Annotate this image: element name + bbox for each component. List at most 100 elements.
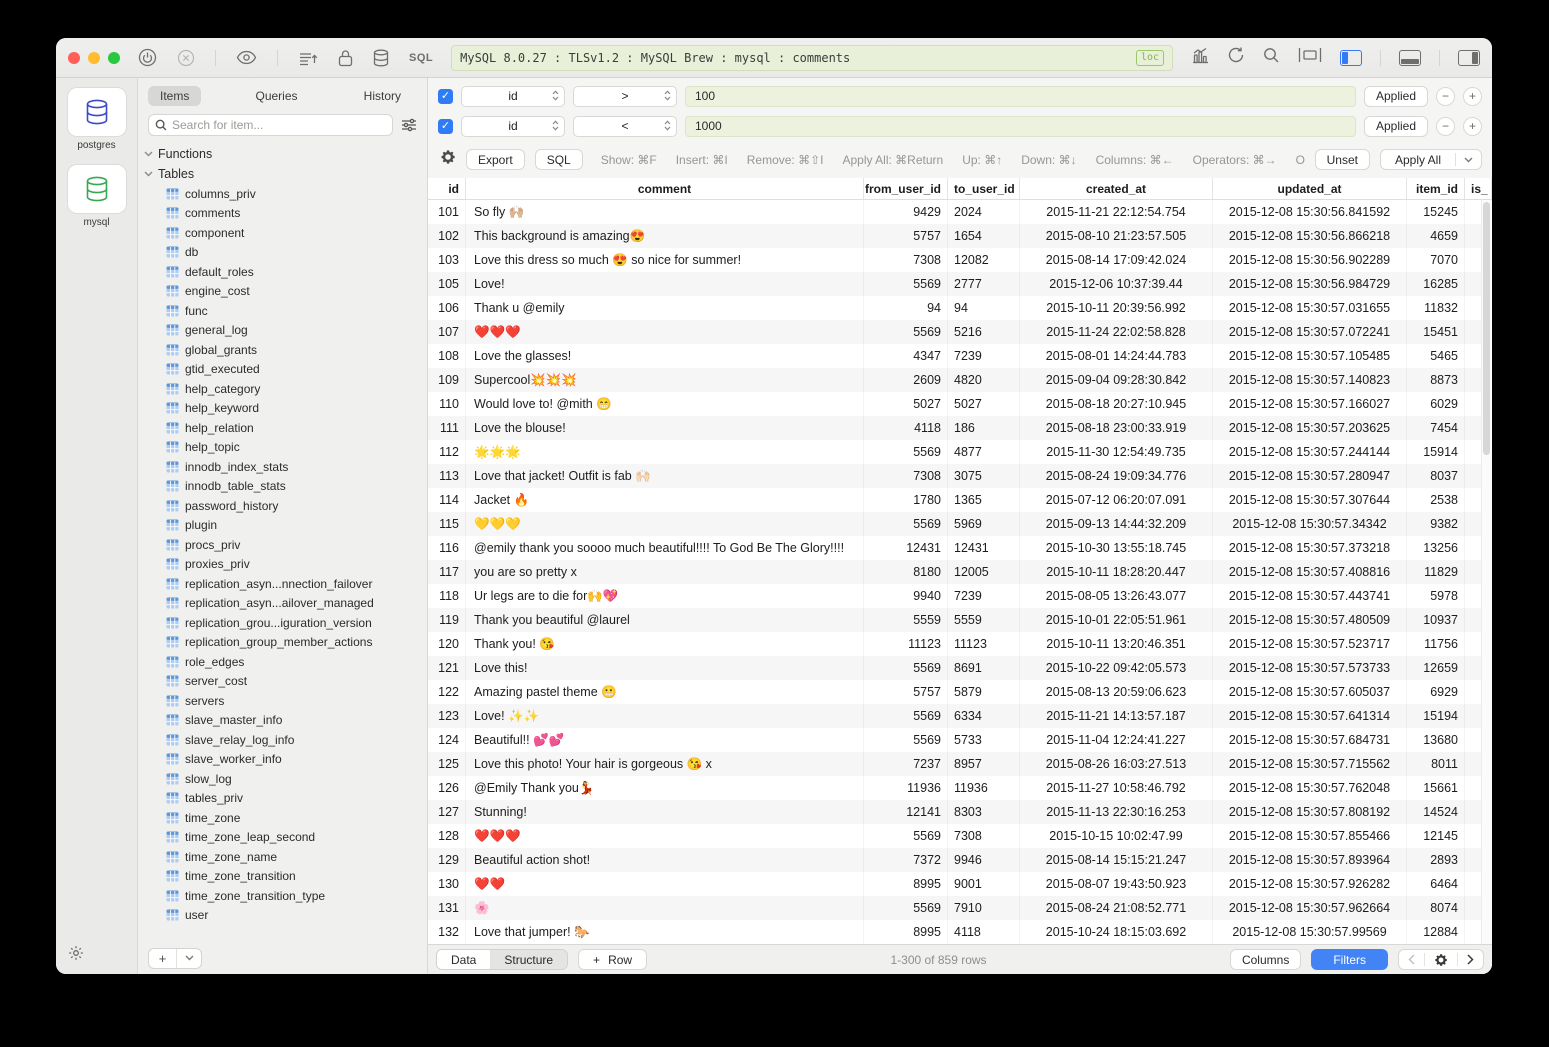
cell-from-user-id[interactable]: 5559 (864, 608, 948, 632)
table-row[interactable]: 114 Jacket 🔥 1780 1365 2015-07-12 06:20:… (428, 488, 1492, 512)
cell-to-user-id[interactable]: 6334 (948, 704, 1020, 728)
filter-operator-select[interactable]: > (573, 86, 677, 107)
mysql-card[interactable] (68, 165, 126, 213)
cell-item-id[interactable]: 15451 (1407, 320, 1465, 344)
scrollbar-thumb[interactable] (1483, 202, 1490, 455)
cell-to-user-id[interactable]: 5559 (948, 608, 1020, 632)
table-row[interactable]: 118 Ur legs are to die for🙌💖 9940 7239 2… (428, 584, 1492, 608)
cell-created-at[interactable]: 2015-08-18 20:27:10.945 (1020, 392, 1213, 416)
cell-id[interactable]: 105 (428, 272, 466, 296)
tab-items[interactable]: Items (148, 86, 201, 106)
cell-from-user-id[interactable]: 12141 (864, 800, 948, 824)
cell-id[interactable]: 124 (428, 728, 466, 752)
connection-postgres[interactable]: postgres (68, 88, 126, 151)
cell-item-id[interactable]: 10937 (1407, 608, 1465, 632)
vertical-scrollbar[interactable] (1481, 200, 1492, 944)
cell-to-user-id[interactable]: 12431 (948, 536, 1020, 560)
database-icon[interactable] (373, 49, 389, 67)
apply-all-dropdown[interactable] (1456, 155, 1481, 165)
cell-to-user-id[interactable]: 11123 (948, 632, 1020, 656)
refresh-icon[interactable] (1228, 46, 1245, 69)
cell-from-user-id[interactable]: 11936 (864, 776, 948, 800)
cell-created-at[interactable]: 2015-10-11 20:39:56.992 (1020, 296, 1213, 320)
cell-comment[interactable]: Love the glasses! (466, 344, 864, 368)
table-list-item[interactable]: global_grants (144, 340, 427, 360)
cell-id[interactable]: 117 (428, 560, 466, 584)
cell-id[interactable]: 130 (428, 872, 466, 896)
cell-id[interactable]: 101 (428, 200, 466, 224)
filter-sliders-icon[interactable] (401, 118, 417, 132)
table-list-item[interactable]: time_zone_leap_second (144, 828, 427, 848)
table-list-item[interactable]: engine_cost (144, 282, 427, 302)
table-list-item[interactable]: replication_grou...iguration_version (144, 613, 427, 633)
cell-created-at[interactable]: 2015-12-06 10:37:39.44 (1020, 272, 1213, 296)
cell-from-user-id[interactable]: 7237 (864, 752, 948, 776)
table-row[interactable]: 129 Beautiful action shot! 7372 9946 201… (428, 848, 1492, 872)
cell-id[interactable]: 128 (428, 824, 466, 848)
cell-item-id[interactable]: 8074 (1407, 896, 1465, 920)
cell-comment[interactable]: Love! ✨✨ (466, 704, 864, 728)
table-row[interactable]: 123 Love! ✨✨ 5569 6334 2015-11-21 14:13:… (428, 704, 1492, 728)
column-header-id[interactable]: id (428, 178, 466, 199)
table-list-item[interactable]: func (144, 301, 427, 321)
cell-from-user-id[interactable]: 5569 (864, 704, 948, 728)
filter-column-select[interactable]: id (461, 116, 565, 137)
cell-to-user-id[interactable]: 5733 (948, 728, 1020, 752)
cell-comment[interactable]: Thank you! 😘 (466, 632, 864, 656)
minimize-window-button[interactable] (88, 52, 100, 64)
table-list-item[interactable]: innodb_table_stats (144, 477, 427, 497)
cell-from-user-id[interactable]: 8995 (864, 920, 948, 944)
table-list-item[interactable]: innodb_index_stats (144, 457, 427, 477)
cell-from-user-id[interactable]: 9429 (864, 200, 948, 224)
cell-updated-at[interactable]: 2015-12-08 15:30:57.641314 (1213, 704, 1407, 728)
cell-to-user-id[interactable]: 7308 (948, 824, 1020, 848)
cell-from-user-id[interactable]: 7372 (864, 848, 948, 872)
cell-updated-at[interactable]: 2015-12-08 15:30:57.244144 (1213, 440, 1407, 464)
cell-to-user-id[interactable]: 5027 (948, 392, 1020, 416)
table-list-item[interactable]: replication_asyn...nnection_failover (144, 574, 427, 594)
table-list-item[interactable]: replication_asyn...ailover_managed (144, 594, 427, 614)
cell-updated-at[interactable]: 2015-12-08 15:30:57.408816 (1213, 560, 1407, 584)
table-list-item[interactable]: proxies_priv (144, 555, 427, 575)
add-row-button[interactable]: + Row (578, 949, 647, 970)
tab-queries[interactable]: Queries (243, 86, 309, 106)
page-settings-gear-icon[interactable] (1425, 953, 1457, 967)
cell-id[interactable]: 113 (428, 464, 466, 488)
cell-item-id[interactable]: 8011 (1407, 752, 1465, 776)
cell-from-user-id[interactable]: 7308 (864, 248, 948, 272)
table-row[interactable]: 101 So fly 🙌🏼 9429 2024 2015-11-21 22:12… (428, 200, 1492, 224)
filter-settings-gear-icon[interactable] (440, 149, 456, 170)
cell-item-id[interactable]: 4659 (1407, 224, 1465, 248)
cell-created-at[interactable]: 2015-08-24 21:08:52.771 (1020, 896, 1213, 920)
zoom-window-button[interactable] (108, 52, 120, 64)
cell-updated-at[interactable]: 2015-12-08 15:30:57.893964 (1213, 848, 1407, 872)
cell-comment[interactable]: Love that jacket! Outfit is fab 🙌🏻 (466, 464, 864, 488)
cell-to-user-id[interactable]: 12005 (948, 560, 1020, 584)
lock-icon[interactable] (338, 49, 353, 67)
cell-created-at[interactable]: 2015-08-18 23:00:33.919 (1020, 416, 1213, 440)
table-list-item[interactable]: db (144, 243, 427, 263)
cell-to-user-id[interactable]: 186 (948, 416, 1020, 440)
table-list-item[interactable]: plugin (144, 516, 427, 536)
cell-created-at[interactable]: 2015-11-27 10:58:46.792 (1020, 776, 1213, 800)
cell-item-id[interactable]: 11832 (1407, 296, 1465, 320)
table-list-item[interactable]: password_history (144, 496, 427, 516)
table-list-item[interactable]: help_keyword (144, 399, 427, 419)
column-header-is[interactable]: is_ (1465, 178, 1492, 199)
cell-id[interactable]: 109 (428, 368, 466, 392)
table-list-item[interactable]: help_topic (144, 438, 427, 458)
add-filter-button[interactable]: + (1463, 117, 1482, 136)
cell-updated-at[interactable]: 2015-12-08 15:30:57.926282 (1213, 872, 1407, 896)
cell-comment[interactable]: Love that jumper! 🐎 (466, 920, 864, 944)
cell-comment[interactable]: Thank u @emily (466, 296, 864, 320)
cell-id[interactable]: 131 (428, 896, 466, 920)
add-item-button[interactable]: + (149, 949, 177, 968)
toggle-right-panel-button[interactable] (1458, 50, 1480, 66)
cell-from-user-id[interactable]: 9940 (864, 584, 948, 608)
filter-value-input[interactable]: 100 (685, 86, 1356, 107)
cell-created-at[interactable]: 2015-08-24 19:09:34.776 (1020, 464, 1213, 488)
connection-mysql[interactable]: mysql (68, 165, 126, 228)
cell-to-user-id[interactable]: 4820 (948, 368, 1020, 392)
cell-from-user-id[interactable]: 5569 (864, 656, 948, 680)
cell-item-id[interactable]: 5978 (1407, 584, 1465, 608)
